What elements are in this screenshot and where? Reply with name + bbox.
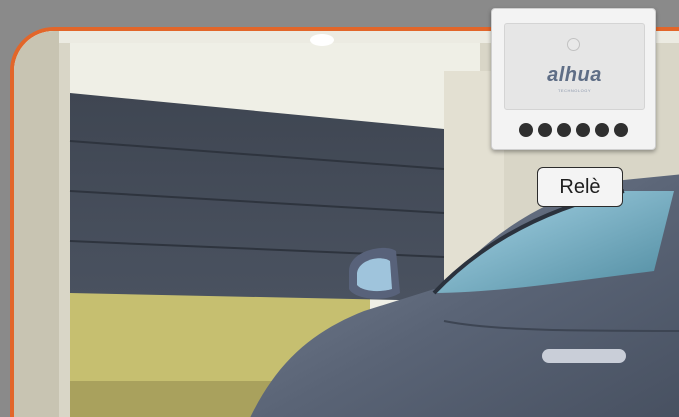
indicator-dot xyxy=(538,123,552,137)
indicator-dot xyxy=(576,123,590,137)
relay-device: alhua TECHNOLOGY xyxy=(491,8,656,150)
indicator-dot xyxy=(614,123,628,137)
relay-label: Relè xyxy=(537,167,623,207)
brand-tagline: TECHNOLOGY xyxy=(557,88,591,93)
indicator-dot xyxy=(595,123,609,137)
brand-logo: alhua xyxy=(547,64,602,86)
indicator-dot xyxy=(557,123,571,137)
status-led-icon xyxy=(567,38,580,51)
garage-scene: alhua TECHNOLOGY Relè xyxy=(0,0,679,417)
relay-front-panel: alhua TECHNOLOGY xyxy=(504,23,645,110)
indicator-dot xyxy=(519,123,533,137)
relay-indicator-dots xyxy=(519,123,628,137)
